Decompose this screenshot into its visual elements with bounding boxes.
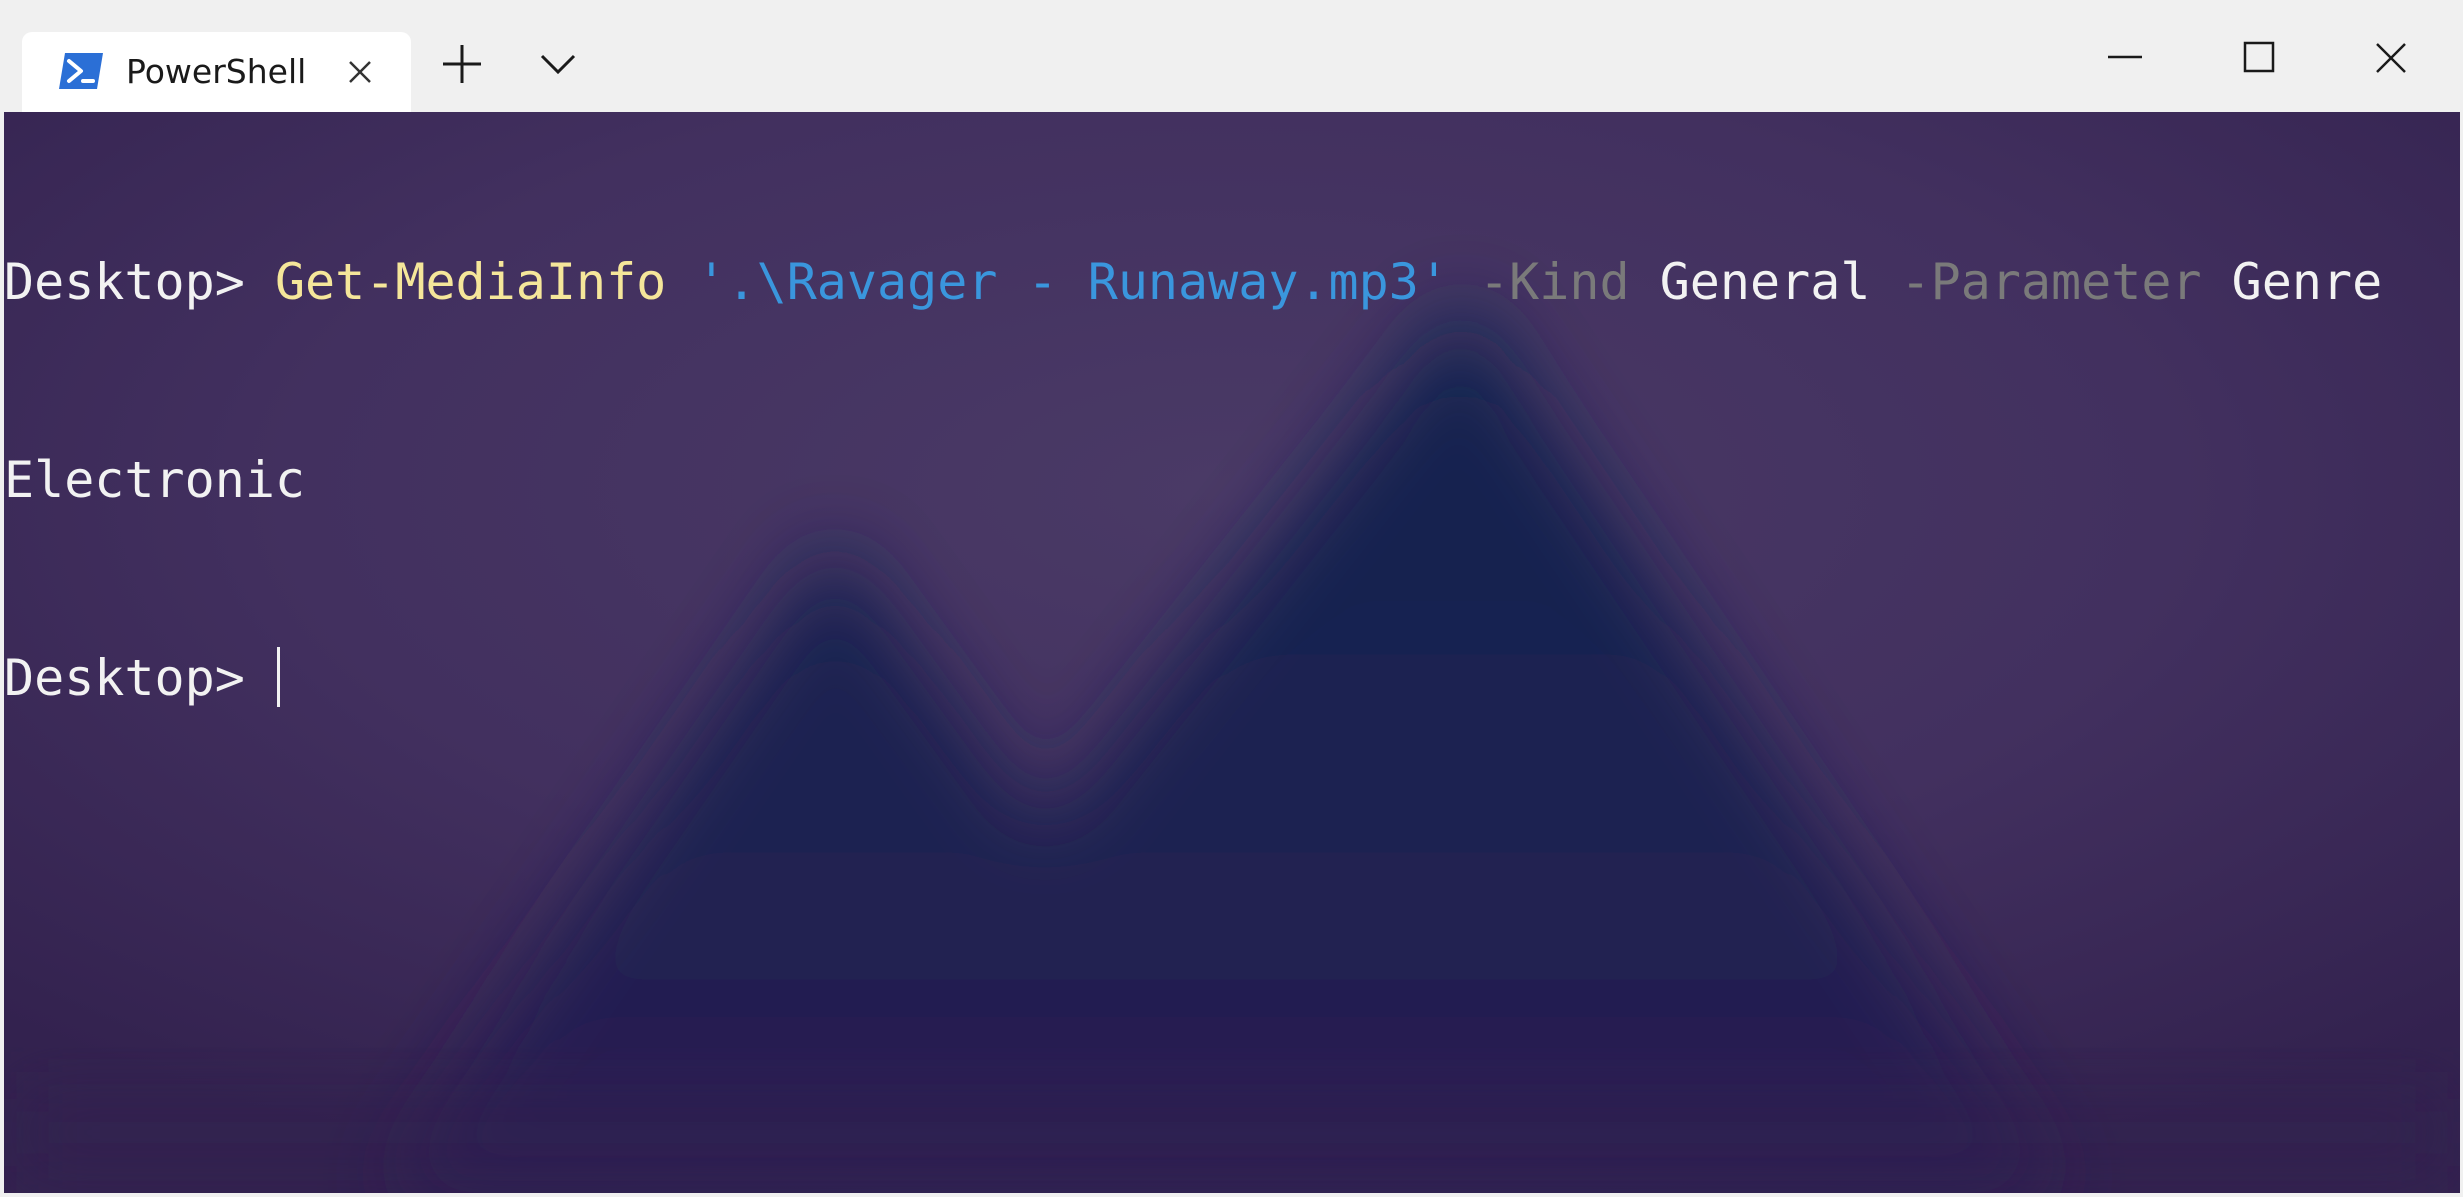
text-cursor xyxy=(276,647,280,707)
tab-title: PowerShell xyxy=(126,52,307,91)
close-icon xyxy=(2376,43,2406,73)
maximize-button[interactable] xyxy=(2207,20,2317,90)
command-output: Electronic xyxy=(4,451,306,509)
tab-powershell[interactable]: PowerShell xyxy=(22,32,411,112)
new-tab-button[interactable] xyxy=(432,40,492,90)
close-button[interactable] xyxy=(2340,20,2450,90)
minimize-button[interactable] xyxy=(2080,20,2190,90)
command-name: Get-MediaInfo xyxy=(274,253,667,311)
new-tab-dropdown-button[interactable] xyxy=(530,40,590,90)
parameter-value: Genre xyxy=(2231,253,2383,311)
output-line: Electronic xyxy=(4,447,2460,513)
terminal-output: Desktop> Get-MediaInfo '.\Ravager - Runa… xyxy=(4,112,2460,843)
plus-icon xyxy=(443,45,481,83)
prompt: Desktop> xyxy=(4,253,275,311)
tab-close-icon[interactable] xyxy=(340,52,380,92)
file-path-argument: '.\Ravager - Runaway.mp3' xyxy=(696,253,1449,311)
kind-value: General xyxy=(1659,253,1871,311)
current-prompt-line[interactable]: Desktop> xyxy=(4,645,2460,711)
terminal-window: PowerShell Desktop> Get-MediaInfo '.\Rav… xyxy=(0,0,2463,1197)
command-line: Desktop> Get-MediaInfo '.\Ravager - Runa… xyxy=(4,249,2460,315)
chevron-down-icon xyxy=(540,54,576,75)
parameter-parameter: -Parameter xyxy=(1900,253,2202,311)
minimize-icon xyxy=(2108,55,2142,59)
terminal-pane[interactable]: Desktop> Get-MediaInfo '.\Ravager - Runa… xyxy=(4,112,2460,1193)
kind-parameter: -Kind xyxy=(1479,253,1630,311)
powershell-icon xyxy=(57,51,105,91)
prompt: Desktop> xyxy=(4,649,275,707)
title-bar[interactable]: PowerShell xyxy=(0,0,2463,112)
maximize-icon xyxy=(2243,41,2275,73)
